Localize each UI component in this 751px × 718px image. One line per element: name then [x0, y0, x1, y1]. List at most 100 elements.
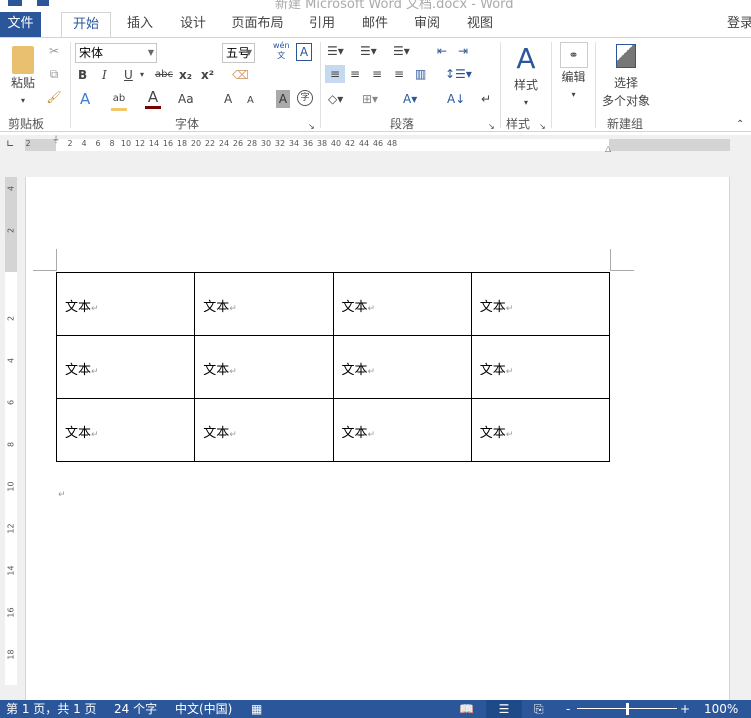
- save-icon[interactable]: [37, 0, 49, 6]
- table-cell[interactable]: 文本↵: [332, 398, 472, 462]
- font-color-icon[interactable]: A: [145, 88, 161, 109]
- tab-design[interactable]: 设计: [168, 12, 218, 37]
- tab-view[interactable]: 视图: [455, 12, 505, 37]
- table-cell[interactable]: 文本↵: [332, 335, 472, 399]
- copy-icon[interactable]: ⧉: [45, 65, 63, 83]
- select-multiple-objects-button[interactable]: 选择 多个对象: [600, 42, 652, 110]
- web-layout-icon[interactable]: ⎘: [534, 700, 544, 718]
- table-cell[interactable]: 文本↵: [194, 398, 334, 462]
- ruler-label: 6: [6, 399, 16, 406]
- macro-record-icon[interactable]: ▦: [251, 700, 262, 718]
- align-right-icon[interactable]: ≡: [372, 65, 382, 83]
- zoom-slider-thumb[interactable]: [626, 703, 629, 715]
- page-count[interactable]: 第 1 页，共 1 页: [6, 700, 97, 718]
- dialog-launcher-icon[interactable]: ↘: [539, 118, 546, 136]
- zoom-level[interactable]: 100%: [704, 700, 738, 718]
- distributed-icon[interactable]: ▥: [415, 65, 426, 83]
- numbering-icon[interactable]: ☰▾: [360, 42, 377, 60]
- bullets-icon[interactable]: ☰▾: [327, 42, 344, 60]
- align-left-icon[interactable]: ≡: [325, 65, 345, 83]
- character-shading-button[interactable]: A: [276, 90, 290, 108]
- superscript-button[interactable]: x²: [201, 66, 214, 84]
- styles-button[interactable]: A 样式 ▾: [508, 42, 544, 112]
- grow-font-button[interactable]: A: [224, 90, 232, 108]
- font-name-select[interactable]: 宋体 ▼: [75, 43, 157, 63]
- highlight-icon[interactable]: ab: [111, 90, 127, 111]
- enclose-characters-button[interactable]: 字: [297, 90, 313, 106]
- table-row: 文本↵ 文本↵ 文本↵ 文本↵: [55, 272, 611, 336]
- font-size-select[interactable]: 五号 ▼: [222, 43, 255, 63]
- ruler-label: 30: [260, 139, 272, 148]
- borders-icon[interactable]: ⊞▾: [362, 90, 378, 108]
- increase-indent-icon[interactable]: ⇥: [458, 42, 468, 60]
- collapse-ribbon-icon[interactable]: ⌃: [736, 116, 744, 134]
- table-cell[interactable]: 文本↵: [194, 272, 334, 336]
- ruler-label: 38: [316, 139, 328, 148]
- change-case-button[interactable]: Aa: [178, 90, 194, 108]
- document-table[interactable]: 文本↵ 文本↵ 文本↵ 文本↵ 文本↵ 文本↵ 文本↵ 文本↵ 文本↵ 文本↵ 文本↵ 文本↵: [55, 272, 611, 462]
- ruler-label: 42: [344, 139, 356, 148]
- table-cell[interactable]: 文本↵: [470, 272, 611, 336]
- indent-marker-icon[interactable]: ⏚: [52, 134, 60, 145]
- table-cell[interactable]: 文本↵: [470, 335, 611, 399]
- tab-references[interactable]: 引用: [297, 12, 347, 37]
- language[interactable]: 中文(中国): [175, 700, 232, 718]
- cut-icon[interactable]: ✂: [45, 42, 63, 60]
- tab-mailings[interactable]: 邮件: [350, 12, 400, 37]
- ruler-label: 12: [134, 139, 146, 148]
- dialog-launcher-icon[interactable]: ↘: [308, 118, 315, 136]
- ruler-label: 16: [162, 139, 174, 148]
- multilevel-list-icon[interactable]: ☰▾: [393, 42, 410, 60]
- word-count[interactable]: 24 个字: [114, 700, 157, 718]
- tab-home[interactable]: 开始: [61, 12, 111, 38]
- clear-formatting-icon[interactable]: ⌫: [232, 66, 249, 84]
- editing-button[interactable]: ⚭ 编辑 ▾: [557, 42, 590, 104]
- tab-layout[interactable]: 页面布局: [225, 12, 290, 37]
- bold-button[interactable]: B: [78, 66, 87, 84]
- decrease-indent-icon[interactable]: ⇤: [437, 42, 447, 60]
- line-spacing-icon[interactable]: ↕☰▾: [445, 65, 472, 83]
- underline-button[interactable]: U: [124, 66, 133, 84]
- ruler-label: 18: [176, 139, 188, 148]
- table-cell[interactable]: 文本↵: [55, 398, 196, 462]
- shrink-font-button[interactable]: A: [247, 92, 254, 110]
- format-painter-icon[interactable]: 🖌: [45, 88, 63, 106]
- cell-end-mark: ↵: [367, 430, 376, 440]
- ruler-label: 2: [67, 139, 73, 148]
- table-row: 文本↵ 文本↵ 文本↵ 文本↵: [55, 335, 611, 399]
- ruler-label: 18: [6, 649, 16, 660]
- text-effects-icon[interactable]: A: [80, 90, 90, 108]
- right-indent-marker-icon[interactable]: △: [605, 144, 611, 153]
- align-center-icon[interactable]: ≡: [350, 65, 360, 83]
- chevron-down-icon[interactable]: ▾: [140, 66, 144, 84]
- tab-review[interactable]: 审阅: [402, 12, 452, 37]
- table-cell[interactable]: 文本↵: [332, 272, 472, 336]
- ruler-label: 48: [386, 139, 398, 148]
- table-cell[interactable]: 文本↵: [470, 398, 611, 462]
- subscript-button[interactable]: x₂: [179, 66, 192, 84]
- character-border-button[interactable]: A: [296, 43, 312, 61]
- phonetic-guide-button[interactable]: wén 文: [273, 41, 290, 61]
- strikethrough-button[interactable]: abc: [155, 66, 173, 84]
- zoom-out-button[interactable]: -: [566, 700, 570, 718]
- print-layout-icon[interactable]: ☰: [486, 700, 522, 718]
- shading-icon[interactable]: ◇▾: [328, 90, 343, 108]
- justify-icon[interactable]: ≡: [394, 65, 404, 83]
- dialog-launcher-icon[interactable]: ↘: [488, 118, 495, 136]
- zoom-in-button[interactable]: +: [680, 700, 690, 718]
- chinese-layout-icon[interactable]: A▾: [403, 90, 417, 108]
- ruler-label: 2: [6, 227, 16, 234]
- sort-icon[interactable]: A↓: [447, 90, 465, 108]
- table-cell[interactable]: 文本↵: [55, 272, 196, 336]
- cell-text: 文本: [203, 426, 230, 441]
- show-marks-icon[interactable]: ↵: [481, 90, 491, 108]
- tab-insert[interactable]: 插入: [115, 12, 165, 37]
- italic-button[interactable]: I: [102, 66, 107, 84]
- cell-text: 文本: [341, 300, 368, 315]
- table-cell[interactable]: 文本↵: [55, 335, 196, 399]
- ribbon-tabs: 文件 开始 插入 设计 页面布局 引用 邮件 审阅 视图 登录: [0, 10, 751, 38]
- read-mode-icon[interactable]: 📖: [459, 700, 474, 718]
- table-cell[interactable]: 文本↵: [194, 335, 334, 399]
- cell-text: 文本: [203, 300, 230, 315]
- login-link[interactable]: 登录: [727, 12, 751, 37]
